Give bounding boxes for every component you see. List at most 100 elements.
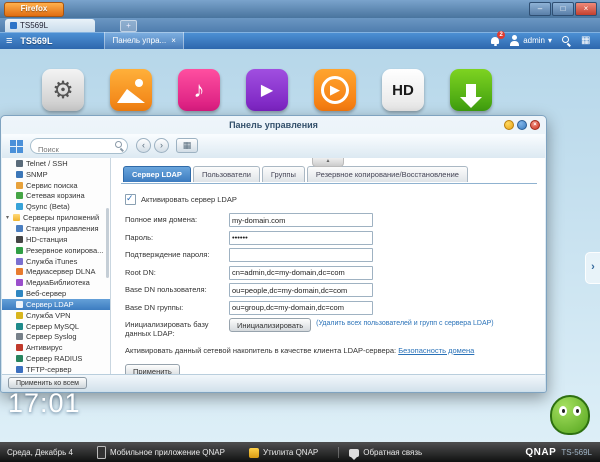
antivirus-icon [16,344,23,352]
dashboard-icon[interactable]: ▦ [581,35,592,46]
tab-ldap-server[interactable]: Сервер LDAP [123,166,191,182]
initialize-button[interactable]: Инициализировать [229,318,312,332]
dock-expand-arrow[interactable]: › [585,252,600,284]
minimize-button[interactable]: – [529,2,551,16]
video-station-app-icon[interactable]: ▶ [246,69,288,111]
desktop-icons: ⚙ ♪ ▶ ▶ HD [42,69,492,111]
window-titlebar[interactable]: Панель управления × [1,116,546,134]
media-player-app-icon[interactable]: ▶ [314,69,356,111]
qnap-mascot-icon[interactable] [550,395,590,435]
settings-tabs: Сервер LDAP Пользователи Группы Резервно… [121,166,537,184]
taskbar-item-feedback[interactable]: Обратная связь [349,448,422,460]
base-dn-group-field[interactable] [229,300,373,315]
photo-station-app-icon[interactable] [110,69,152,111]
radius-icon [16,355,23,363]
music-station-app-icon[interactable]: ♪ [178,69,220,111]
search-service-icon [16,181,23,189]
sidebar-item-label: Сервис поиска [26,180,78,190]
sidebar-item-snmp[interactable]: SNMP [2,169,110,180]
init-db-row: Инициализировать базу данных LDAP: Иници… [125,318,531,339]
sidebar-item-media-library[interactable]: МедиаБиблиотека [2,277,110,288]
back-button[interactable]: ‹ [136,138,151,153]
tab-close-icon[interactable]: × [171,36,176,45]
play-icon: ▶ [260,82,274,99]
close-button[interactable]: × [575,2,597,16]
panel-search-box [30,138,128,156]
control-panel-app-icon[interactable]: ⚙ [42,69,84,111]
domain-security-link[interactable]: Безопасность домена [398,346,474,355]
panel-search-input[interactable] [31,143,112,156]
base-dn-users-field[interactable] [229,283,373,297]
firefox-menu-button[interactable]: Firefox [4,2,64,17]
enable-ldap-checkbox[interactable] [125,193,136,205]
sidebar-item-label: Qsync (Beta) [26,202,70,212]
window-close-button[interactable]: × [530,120,540,130]
window-controls: – □ × [528,2,597,16]
desktop-clock: 17:01 [8,388,81,418]
field-label: Полное имя домена: [125,215,198,224]
sidebar-item-vpn[interactable]: Служба VPN [2,310,110,321]
sidebar-item-label: Станция управления [26,223,99,233]
notification-icon[interactable]: 2 [489,31,506,46]
confirm-password-field[interactable] [229,248,373,262]
taskbar-item-utility[interactable]: Утилита QNAP [248,447,318,458]
sidebar-item-web-server[interactable]: Веб-сервер [2,288,110,299]
notification-badge: 2 [497,31,506,39]
sidebar-item-telnet-ssh[interactable]: Telnet / SSH [2,158,110,169]
sidebar-item-hd-station[interactable]: HD-станция [2,234,110,245]
forward-button[interactable]: › [154,138,169,153]
taskbar-item-mobile-app[interactable]: Мобильное приложение QNAP [96,446,225,459]
sidebar-item-ldap-server[interactable]: Сервер LDAP [2,298,110,310]
window-footer: Применить ко всем [2,374,545,391]
overview-grid-icon[interactable] [10,140,16,146]
sidebar-item-control-station[interactable]: Станция управления [2,223,110,234]
collapse-panel-button[interactable]: ▲ [312,158,344,167]
search-icon [115,141,124,150]
sidebar-item-search-service[interactable]: Сервис поиска [2,180,110,191]
sidebar-item-radius[interactable]: Сервер RADIUS [2,353,110,364]
sidebar-item-itunes[interactable]: Служба iTunes [2,256,110,267]
search-icon[interactable] [561,35,572,46]
password-field[interactable] [229,230,373,245]
station-icon [16,224,23,232]
view-mode-button[interactable]: ▦ [176,138,198,153]
sidebar-item-backup-station[interactable]: Резервное копирова... [2,245,110,256]
maximize-button[interactable]: □ [552,2,574,16]
desktop: ⚙ ♪ ▶ ▶ HD Панель управления × Поиск ‹ ›… [0,49,600,443]
browser-tab[interactable]: TS569L [5,19,95,32]
tab-backup-restore[interactable]: Резервное копирование/Восстановление [306,166,468,182]
sidebar-scrollbar[interactable] [106,208,109,278]
terminal-icon [16,159,23,167]
main-menu-icon[interactable]: ≡ [6,35,12,47]
download-station-app-icon[interactable] [450,69,492,111]
root-dn-field[interactable] [229,265,373,280]
user-avatar-icon [509,35,520,46]
user-menu[interactable]: admin ▾ [509,35,552,46]
model-label: TS-569L [561,448,592,457]
sidebar-item-mysql[interactable]: Сервер MySQL [2,321,110,332]
download-arrow-icon [460,83,482,108]
sidebar-item-antivirus[interactable]: Антивирус [2,342,110,353]
itunes-icon [16,257,23,265]
screen: Firefox – □ × TS569L + ≡ TS569L Панель у… [0,0,600,462]
tab-users[interactable]: Пользователи [192,166,260,182]
domain-name-field[interactable] [229,213,373,227]
init-db-label: Инициализировать базу данных LDAP: [125,320,209,339]
window-minimize-button[interactable] [504,120,514,130]
sidebar-group-app-servers[interactable]: Серверы приложений [2,212,110,223]
sidebar-item-syslog[interactable]: Сервер Syslog [2,332,110,343]
qnap-topbar: ≡ TS569L Панель упра... × 2 admin ▾ ▦ [0,31,600,49]
window-maximize-button[interactable] [517,120,527,130]
sidebar-item-dlna[interactable]: Медиасервер DLNA [2,266,110,277]
open-app-tab[interactable]: Панель упра... × [104,32,184,49]
tab-groups[interactable]: Группы [261,166,305,182]
hd-station-app-icon[interactable]: HD [382,69,424,111]
sidebar-item-network-recycle-bin[interactable]: Сетевая корзина [2,191,110,202]
user-name: admin [523,36,545,45]
new-tab-button[interactable]: + [120,20,137,32]
init-db-hint: (Удалить всех пользователей и групп с се… [316,320,494,327]
mysql-icon [16,322,23,330]
web-server-icon [16,290,23,298]
chat-icon [349,448,360,460]
sidebar-item-qsync[interactable]: Qsync (Beta) [2,201,110,212]
